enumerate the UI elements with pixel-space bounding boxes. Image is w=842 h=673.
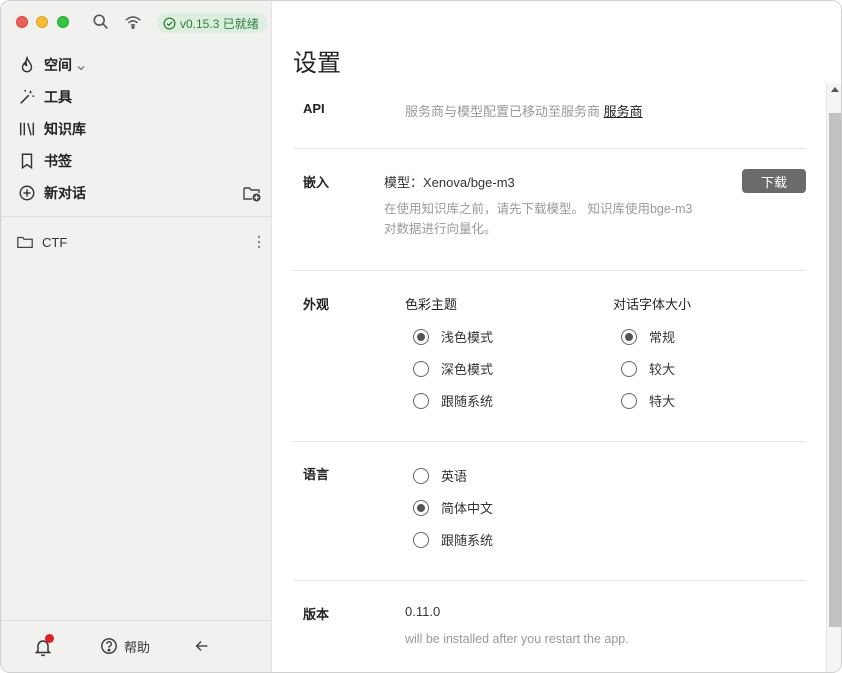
radio-circle[interactable] — [413, 360, 429, 377]
help-circle-icon — [101, 638, 117, 654]
font-option-large[interactable]: 较大 — [621, 359, 675, 378]
language-option-english[interactable]: 英语 — [413, 466, 467, 485]
sidebar: v0.15.3 已就绪 空间 工具 知识库 书签 新对话 CTF 帮助 — [1, 1, 272, 672]
radio-label: 深色模式 — [441, 362, 494, 377]
download-button[interactable]: 下载 — [742, 169, 806, 193]
theme-option-light[interactable]: 浅色模式 — [413, 327, 493, 346]
titlebar: v0.15.3 已就绪 — [1, 1, 272, 45]
language-label: 语言 — [303, 467, 330, 482]
folder-label: CTF — [42, 234, 68, 250]
radio-label: 简体中文 — [441, 501, 494, 516]
api-info: 服务商与模型配置已移动至服务商 服务商 — [405, 101, 643, 120]
api-label: API — [303, 101, 325, 116]
app-window: v0.15.3 已就绪 空间 工具 知识库 书签 新对话 CTF 帮助 设置 A… — [0, 0, 842, 673]
theme-option-system[interactable]: 跟随系统 — [413, 391, 493, 410]
settings-main: 设置 API 服务商与模型配置已移动至服务商 服务商 嵌入 模型：Xenova/… — [273, 1, 841, 672]
check-circle-icon — [163, 16, 176, 30]
radio-circle[interactable] — [413, 328, 429, 345]
language-option-zh[interactable]: 简体中文 — [413, 498, 493, 517]
scroll-up-arrow[interactable] — [831, 87, 839, 92]
sidebar-item-library[interactable]: 知识库 — [1, 113, 272, 145]
scrollbar-thumb[interactable] — [829, 113, 841, 627]
radio-label: 跟随系统 — [441, 394, 494, 409]
sidebar-item-label: 知识库 — [44, 121, 86, 137]
theme-title: 色彩主题 — [405, 297, 458, 312]
page-title: 设置 — [293, 50, 341, 77]
settings-scroll-area: API 服务商与模型配置已移动至服务商 服务商 嵌入 模型：Xenova/bge… — [273, 83, 841, 672]
theme-option-dark[interactable]: 深色模式 — [413, 359, 493, 378]
minimize-window-button[interactable] — [36, 16, 48, 28]
maximize-window-button[interactable] — [57, 16, 69, 28]
sidebar-item-label: 新对话 — [44, 185, 86, 201]
radio-label: 跟随系统 — [441, 533, 494, 548]
help-label: 帮助 — [124, 639, 151, 655]
bookmark-icon — [18, 152, 36, 170]
providers-link[interactable]: 服务商 — [604, 104, 643, 119]
version-label: 版本 — [303, 607, 330, 622]
radio-circle[interactable] — [413, 392, 429, 409]
magic-wand-icon — [18, 88, 36, 106]
sidebar-divider — [1, 216, 272, 217]
api-info-text: 服务商与模型配置已移动至服务商 — [405, 104, 601, 119]
appearance-label: 外观 — [303, 297, 330, 312]
folder-item-ctf[interactable]: CTF — [1, 227, 272, 257]
sidebar-item-tools[interactable]: 工具 — [1, 81, 272, 113]
language-section: 语言 英语 简体中文 跟随系统 — [293, 442, 806, 581]
radio-circle[interactable] — [621, 360, 637, 377]
version-section: 版本 0.11.0 will be installed after you re… — [293, 581, 806, 672]
embedding-description-line: 在使用知识库之前，请先下载模型。 知识库使用bge-m3 — [384, 202, 693, 216]
radio-label: 特大 — [649, 394, 676, 409]
more-vertical-icon[interactable] — [256, 233, 262, 251]
radio-label: 常规 — [649, 330, 676, 345]
font-option-xlarge[interactable]: 特大 — [621, 391, 675, 410]
help-button[interactable]: 帮助 — [100, 636, 150, 656]
chevron-down-icon — [76, 60, 86, 71]
library-icon — [18, 120, 36, 138]
embedding-section: 嵌入 模型：Xenova/bge-m3 下载 在使用知识库之前，请先下载模型。 … — [293, 149, 806, 271]
close-window-button[interactable] — [16, 16, 28, 28]
sidebar-item-label: 空间 — [44, 57, 72, 73]
plus-circle-icon — [18, 184, 36, 202]
search-icon[interactable] — [92, 13, 110, 31]
appearance-section: 外观 色彩主题 浅色模式 深色模式 跟随系统 对话字体大小 常规 较大 特大 — [293, 271, 806, 442]
radio-circle[interactable] — [413, 531, 429, 548]
model-text: 模型：Xenova/bge-m3 — [384, 175, 515, 190]
sidebar-item-label: 工具 — [44, 89, 72, 105]
sidebar-nav: 空间 工具 知识库 书签 新对话 — [1, 49, 272, 209]
notification-dot — [45, 634, 54, 643]
radio-label: 英语 — [441, 469, 468, 484]
embedding-description: 在使用知识库之前，请先下载模型。 知识库使用bge-m3 对数据进行向量化。 — [384, 199, 692, 239]
vertical-scrollbar[interactable] — [826, 83, 841, 672]
embedding-description-line: 对数据进行向量化。 — [384, 222, 497, 236]
version-value: 0.11.0 — [405, 604, 441, 619]
font-option-normal[interactable]: 常规 — [621, 327, 675, 346]
radio-circle[interactable] — [621, 392, 637, 409]
new-folder-icon[interactable] — [242, 183, 262, 203]
version-status-text: v0.15.3 已就绪 — [180, 16, 259, 31]
api-section: API 服务商与模型配置已移动至服务商 服务商 — [293, 83, 806, 149]
version-note: will be installed after you restart the … — [405, 632, 629, 646]
wifi-icon — [124, 13, 142, 31]
folder-icon — [16, 233, 34, 251]
radio-circle[interactable] — [621, 328, 637, 345]
sidebar-item-label: 书签 — [44, 153, 72, 169]
sidebar-item-bookmarks[interactable]: 书签 — [1, 145, 272, 177]
sidebar-footer: 帮助 — [1, 620, 272, 672]
font-size-title: 对话字体大小 — [613, 297, 692, 312]
radio-circle[interactable] — [413, 467, 429, 484]
radio-label: 较大 — [649, 362, 676, 377]
status-badge: v0.15.3 已就绪 — [157, 13, 267, 33]
sidebar-item-space[interactable]: 空间 — [1, 49, 272, 81]
radio-circle[interactable] — [413, 499, 429, 516]
radio-label: 浅色模式 — [441, 330, 494, 345]
embedding-label: 嵌入 — [303, 175, 330, 190]
language-option-system[interactable]: 跟随系统 — [413, 530, 493, 549]
arrow-left-icon[interactable] — [193, 637, 211, 655]
sidebar-item-new-chat[interactable]: 新对话 — [1, 177, 272, 209]
flame-icon — [18, 56, 36, 74]
